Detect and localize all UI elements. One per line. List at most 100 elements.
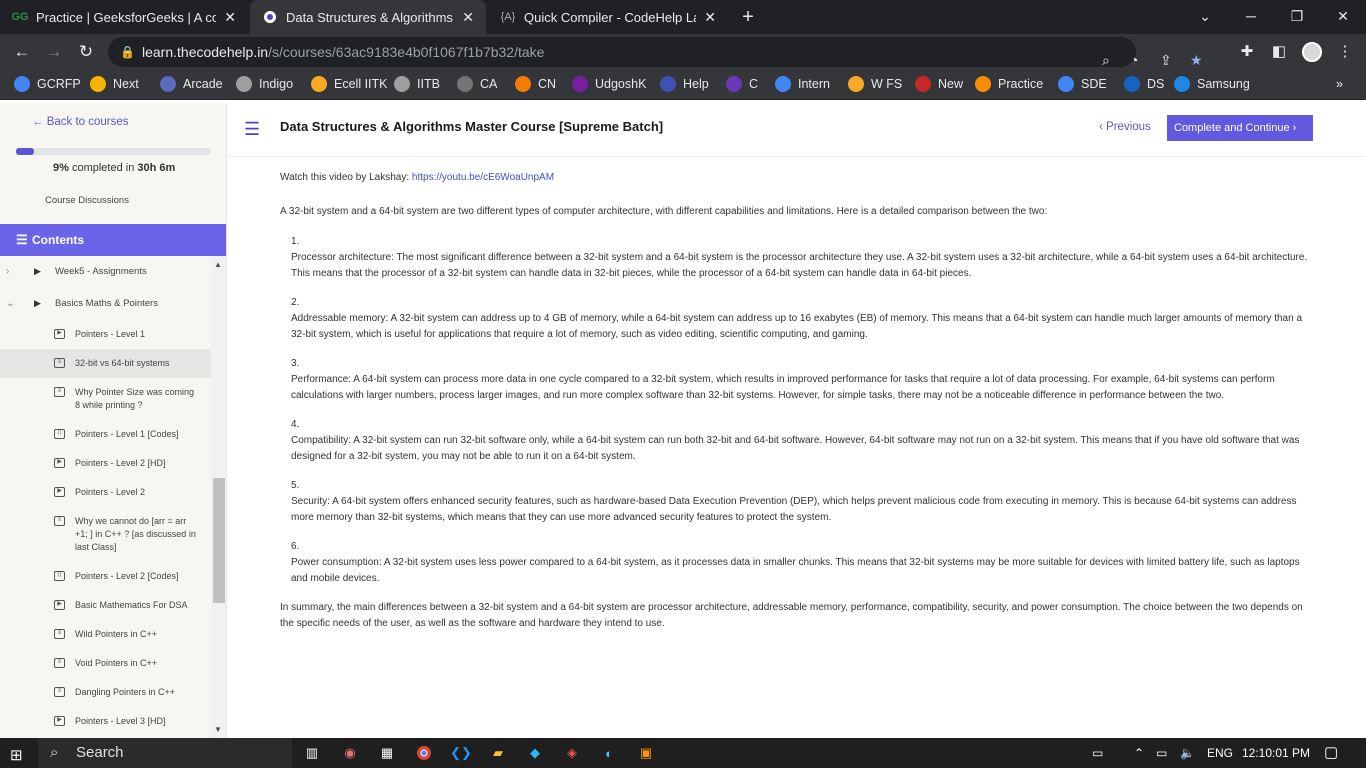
bookmark-item[interactable]: UdgoshK (572, 70, 646, 98)
previous-button[interactable]: ‹ Previous (1099, 121, 1151, 133)
bookmark-item[interactable]: Indigo (236, 70, 293, 98)
bookmark-item[interactable]: CN (515, 70, 556, 98)
bookmark-item[interactable]: Arcade (160, 70, 223, 98)
bookmark-item[interactable]: C (726, 70, 758, 98)
battery-icon[interactable]: ▭ (1156, 738, 1167, 768)
address-bar[interactable]: 🔒 learn.thecodehelp.in/s/courses/63ac918… (108, 37, 1203, 68)
side-panel-icon[interactable]: ◧ (1268, 41, 1290, 63)
bookmark-item[interactable]: Ecell IITK (311, 70, 388, 98)
back-to-courses-link[interactable]: ← Back to courses (32, 116, 129, 128)
lesson-item[interactable]: ▶ Pointers - Level 2 [HD] (0, 449, 211, 478)
video-icon: ▶ (54, 716, 65, 726)
lesson-item[interactable]: ▶ Basic Mathematics For DSA (0, 591, 211, 620)
lesson-item[interactable]: ▶ Pointers - Level 3 [HD] (0, 707, 211, 736)
task-view-icon[interactable]: ▥ (302, 743, 322, 763)
lesson-item[interactable]: ⟨⟩ Pointers - Level 1 [Codes] (0, 420, 211, 449)
anydesk-icon[interactable]: ◈ (562, 743, 582, 763)
restore-button[interactable]: ❐ (1274, 0, 1320, 34)
scroll-down-icon[interactable]: ▼ (214, 725, 222, 734)
bookmark-item[interactable]: Help (660, 70, 709, 98)
chrome-icon[interactable] (414, 743, 434, 763)
bookmark-favicon-icon (726, 76, 742, 92)
minimize-button[interactable]: ─ (1228, 0, 1274, 34)
lesson-item[interactable]: ≡ Wild Pointers in C++ (0, 620, 211, 649)
window-close-button[interactable]: ✕ (1320, 0, 1366, 34)
section-row[interactable]: ⌄ ▶ Basics Maths & Pointers (0, 288, 211, 320)
lesson-item[interactable]: ≡ Dangling Pointers in C++ (0, 678, 211, 707)
video-link[interactable]: https://youtu.be/cE6WoaUnpAM (412, 172, 554, 183)
bookmark-item[interactable]: W FS (848, 70, 902, 98)
lesson-item[interactable]: ≡ Why we cannot do [arr = arr +1; ] in C+… (0, 507, 211, 562)
scroll-up-icon[interactable]: ▲ (214, 260, 222, 269)
more-bookmarks-icon[interactable]: » (1336, 70, 1343, 98)
forward-arrow-icon[interactable]: → (40, 38, 68, 66)
close-icon[interactable]: ✕ (224, 9, 236, 26)
sublime-icon[interactable]: ▣ (636, 743, 656, 763)
lesson-item[interactable]: ≡ Why Pointer Size was coming 8 while pri… (0, 378, 211, 420)
app-diamond-icon[interactable]: ◆ (525, 743, 545, 763)
comparison-point: 1. Processor architecture: The most signi… (280, 234, 1316, 282)
lesson-item[interactable]: ≡ Void Pointers in C++ (0, 649, 211, 678)
point-text: Performance: A 64-bit system can process… (291, 374, 1275, 401)
language-indicator[interactable]: ENG (1207, 738, 1233, 768)
chevron-up-icon[interactable]: ⌃ (1134, 738, 1144, 768)
course-discussions-link[interactable]: Course Discussions (45, 195, 129, 206)
scrollbar-thumb[interactable] (213, 478, 225, 603)
lesson-item[interactable]: ▶ Pointers - Level 2 (0, 478, 211, 507)
bookmark-item[interactable]: IITB (394, 70, 440, 98)
hamburger-icon[interactable]: ☰ (244, 119, 260, 140)
clock[interactable]: 12:10:01 PM (1242, 738, 1310, 768)
tab-compiler[interactable]: {A} Quick Compiler - CodeHelp Labs ✕ (488, 0, 728, 34)
calculator-icon[interactable]: ▦ (377, 743, 397, 763)
profile-avatar[interactable] (1302, 42, 1322, 62)
bookmark-favicon-icon (572, 76, 588, 92)
new-tab-button[interactable]: + (736, 5, 760, 29)
contents-header[interactable]: ☰ Contents (0, 224, 226, 256)
screen-icon[interactable]: ▭ (1092, 738, 1103, 768)
windows-start-icon[interactable]: ⊞ (10, 746, 23, 764)
lesson-item[interactable]: ≡ 32-bit vs 64-bit systems (0, 349, 211, 378)
bookmark-item[interactable]: Practice (975, 70, 1043, 98)
windows-taskbar: ⊞ ⌕ Search ▥ ◉ ▦ ❮❯ ▰ ◆ ◈ ◐ ▣ ▭ ⌃ ▭ 🔈 EN… (0, 738, 1366, 768)
close-icon[interactable]: ✕ (704, 9, 716, 26)
volume-icon[interactable]: 🔈 (1180, 738, 1195, 768)
bookmark-item[interactable]: SDE (1058, 70, 1107, 98)
tab-geeksforgeeks[interactable]: GG Practice | GeeksforGeeks | A comp ✕ (0, 0, 248, 34)
lesson-label: Pointers - Level 2 [HD] (75, 458, 166, 468)
tab-course[interactable]: Data Structures & Algorithms Ma ✕ (250, 0, 486, 34)
tab-search-icon[interactable]: ⌄ (1182, 0, 1228, 34)
bookmark-label: UdgoshK (595, 77, 647, 91)
complete-and-continue-button[interactable]: Complete and Continue › (1167, 115, 1313, 141)
taskbar-search[interactable]: ⌕ Search (38, 738, 292, 768)
extensions-icon[interactable]: ✚ (1236, 41, 1258, 63)
bookmark-favicon-icon (915, 76, 931, 92)
bookmark-item[interactable]: New (915, 70, 963, 98)
bookmark-item[interactable]: Samsung (1174, 70, 1250, 98)
document-icon: ≡ (54, 387, 65, 397)
menu-dots-icon[interactable]: ⋮ (1334, 41, 1356, 63)
bookmark-item[interactable]: Next (90, 70, 139, 98)
bookmark-item[interactable]: CA (457, 70, 497, 98)
bookmark-favicon-icon (515, 76, 531, 92)
vscode-icon[interactable]: ❮❯ (450, 743, 472, 763)
section-arrow-icon: ▶ (34, 266, 41, 276)
section-label: Week5 - Assignments (55, 266, 147, 277)
bookmark-item[interactable]: Intern (775, 70, 830, 98)
bookmark-favicon-icon (1058, 76, 1074, 92)
bookmark-item[interactable]: GCRFP (14, 70, 81, 98)
edge-icon[interactable]: ◐ (599, 743, 619, 763)
lesson-label: 32-bit vs 64-bit systems (75, 358, 170, 368)
lesson-item[interactable]: ▶ Pointers - Level 1 (0, 320, 211, 349)
back-arrow-icon[interactable]: ← (8, 38, 36, 66)
progress-completed: completed in (71, 162, 135, 174)
file-explorer-icon[interactable]: ▰ (488, 743, 508, 763)
lesson-item[interactable]: ⟨⟩ Pointers - Level 2 [Codes] (0, 562, 211, 591)
bookmark-item[interactable]: DS (1124, 70, 1164, 98)
reload-icon[interactable]: ↻ (72, 38, 100, 66)
notification-icon[interactable]: ▢ (1324, 738, 1338, 768)
codehelp-icon (262, 9, 278, 25)
app-icon[interactable]: ◉ (340, 743, 360, 763)
close-icon[interactable]: ✕ (462, 9, 474, 26)
section-row[interactable]: › ▶ Week5 - Assignments (0, 256, 211, 288)
browser-toolbar: ← → ↻ 🔒 learn.thecodehelp.in/s/courses/6… (0, 34, 1366, 70)
